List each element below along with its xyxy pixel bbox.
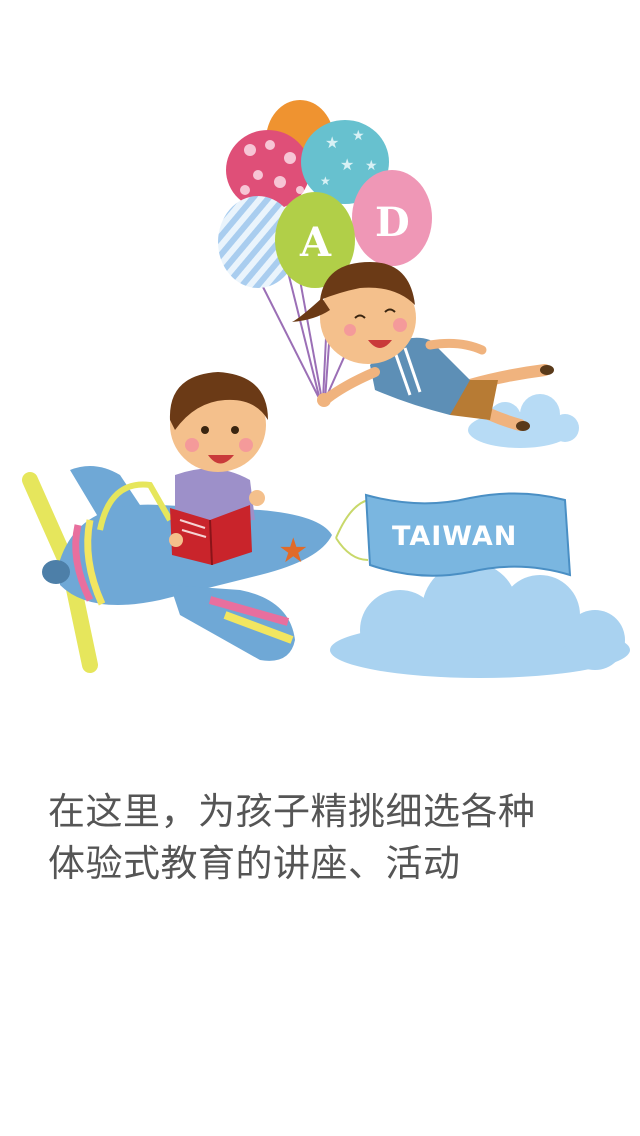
balloon-letter-a: A bbox=[299, 219, 332, 266]
taiwan-banner: TAIWAN bbox=[335, 492, 572, 577]
star-icon: ★ bbox=[278, 531, 308, 571]
svg-text:★: ★ bbox=[325, 133, 339, 152]
balloons-icon: ★ ★ ★ ★ ★ D A bbox=[218, 100, 432, 288]
svg-text:★: ★ bbox=[352, 128, 365, 144]
svg-text:★: ★ bbox=[365, 158, 378, 174]
cloud-large-icon bbox=[330, 562, 630, 678]
onboarding-illustration: ★ ★ ★ ★ ★ D A TAIWAN ★ bbox=[22, 100, 630, 678]
svg-text:★: ★ bbox=[320, 174, 331, 188]
balloon-letter-d: D bbox=[375, 199, 410, 246]
onboarding-caption: 在这里，为孩子精挑细选各种 体验式教育的讲座、活动 bbox=[48, 786, 608, 890]
caption-line-2: 体验式教育的讲座、活动 bbox=[48, 842, 461, 885]
svg-text:★: ★ bbox=[340, 155, 354, 174]
caption-line-1: 在这里，为孩子精挑细选各种 bbox=[48, 790, 536, 833]
banner-text: TAIWAN bbox=[392, 521, 517, 552]
